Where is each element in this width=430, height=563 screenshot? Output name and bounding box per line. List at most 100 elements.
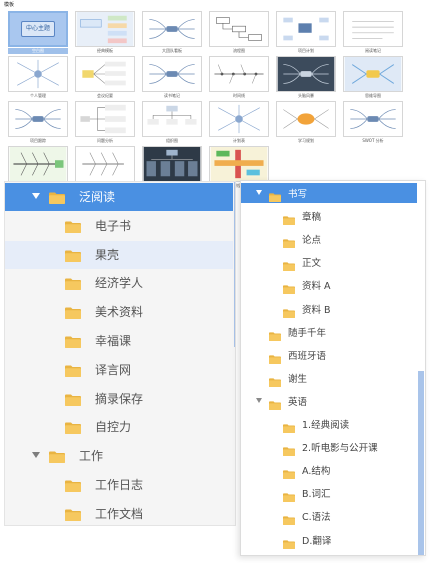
expand-arrow-icon[interactable]: [32, 193, 40, 199]
left-tree-folder-row[interactable]: 译言网: [5, 356, 233, 384]
template-preview: [276, 56, 336, 92]
template-thumbnail[interactable]: 流程图: [209, 11, 269, 59]
left-tree-folder-row[interactable]: 工作日志: [5, 471, 233, 499]
folder-icon: [269, 326, 281, 345]
left-tree-folder-row[interactable]: 工作: [5, 442, 233, 470]
template-preview: [75, 101, 135, 137]
left-tree-folder-row[interactable]: 幸福课: [5, 327, 233, 355]
folder-icon: [283, 441, 295, 460]
expand-arrow-icon[interactable]: [256, 397, 262, 403]
template-thumbnail[interactable]: 读书笔记: [142, 56, 202, 104]
template-preview: [8, 101, 68, 137]
folder-icon: [283, 418, 295, 437]
left-tree-folder-row[interactable]: 经济学人: [5, 269, 233, 297]
right-tree-folder-row[interactable]: 论点: [241, 229, 417, 249]
template-thumbnail[interactable]: 个人管理: [8, 56, 68, 104]
template-preview: [8, 56, 68, 92]
right-tree-folder-row[interactable]: 1.经典阅读: [241, 414, 417, 434]
folder-icon: [269, 349, 281, 368]
folder-icon: [283, 487, 295, 506]
template-thumbnail[interactable]: 经典模板: [75, 11, 135, 59]
right-tree-folder-row[interactable]: D.翻译: [241, 530, 417, 550]
template-caption: 阅读笔记: [365, 48, 381, 53]
expand-arrow-icon[interactable]: [256, 190, 262, 195]
left-tree-folder-row[interactable]: 泛阅读: [5, 183, 233, 211]
template-thumbnail[interactable]: 问题分析: [75, 101, 135, 149]
folder-label: 工作文档: [95, 506, 144, 521]
folder-label: 章稿: [302, 212, 322, 224]
right-tree-folder-row[interactable]: 书写: [241, 183, 417, 203]
folder-label: 1.经典阅读: [302, 420, 350, 431]
folder-label: 经济学人: [95, 276, 144, 291]
folder-label: 资料 B: [302, 304, 331, 316]
template-preview: [142, 56, 202, 92]
template-thumbnail[interactable]: 项目跟踪: [8, 101, 68, 149]
template-caption: 组织图: [166, 138, 178, 143]
template-thumbnail[interactable]: 项目计划: [276, 11, 336, 59]
folder-label: 工作: [79, 449, 104, 464]
folder-label: 泛阅读: [79, 190, 116, 204]
right-tree-folder-row[interactable]: 西班牙语: [241, 345, 417, 365]
template-caption: SWOT 分析: [362, 138, 384, 143]
template-caption: 读书笔记: [164, 93, 180, 98]
template-caption: 项目跟踪: [30, 138, 46, 143]
right-tree-folder-row[interactable]: 资料 B: [241, 299, 417, 319]
left-tree-folder-row[interactable]: 摘录保存: [5, 385, 233, 413]
template-preview: [75, 146, 135, 182]
template-thumbnail[interactable]: 时间线: [209, 56, 269, 104]
folder-label: 2.听电影与公开课: [302, 443, 378, 455]
folder-label: 摘录保存: [95, 391, 144, 406]
template-thumbnail[interactable]: 中心主题 空白图: [8, 11, 68, 59]
template-thumbnail[interactable]: 学习规划: [276, 101, 336, 149]
right-tree-folder-row[interactable]: 2.听电影与公开课: [241, 437, 417, 457]
folder-icon: [65, 218, 81, 237]
template-preview: [276, 11, 336, 47]
right-folder-tree: 书写 章稿 论点 正文 资料 A 资料 B 随手千年 西班牙语 谢生 英语 1.…: [240, 180, 426, 556]
template-thumbnail[interactable]: 思维导图: [343, 56, 403, 104]
folder-label: D.翻译: [302, 535, 332, 547]
template-thumbnail[interactable]: 组织图: [142, 101, 202, 149]
left-tree-folder-row[interactable]: 电子书: [5, 212, 233, 240]
folder-icon: [65, 304, 81, 323]
left-tree-folder-row[interactable]: 自控力: [5, 413, 233, 441]
template-caption: 大团队看板: [162, 48, 182, 53]
right-tree-folder-row[interactable]: A.结构: [241, 460, 417, 480]
right-tree-folder-row[interactable]: 章稿: [241, 206, 417, 226]
template-preview: [209, 146, 269, 182]
folder-icon: [283, 510, 295, 529]
left-tree-scrollbar[interactable]: [234, 182, 235, 347]
template-thumbnail[interactable]: 计划表: [209, 101, 269, 149]
folder-icon: [283, 210, 295, 229]
template-caption: 会议纪要: [97, 93, 113, 98]
template-thumbnail[interactable]: 会议纪要: [75, 56, 135, 104]
expand-arrow-icon[interactable]: [32, 452, 40, 459]
template-thumbnail[interactable]: 头脑风暴: [276, 56, 336, 104]
template-caption: 时间线: [233, 93, 245, 98]
folder-label: A.结构: [302, 466, 331, 478]
right-tree-folder-row[interactable]: 随手千年: [241, 322, 417, 342]
folder-label: 资料 A: [302, 281, 331, 293]
right-tree-folder-row[interactable]: B.词汇: [241, 483, 417, 503]
right-tree-folder-row[interactable]: 正文: [241, 252, 417, 272]
template-thumbnail[interactable]: SWOT 分析: [343, 101, 403, 149]
template-thumbnail[interactable]: 阅读笔记: [343, 11, 403, 59]
template-caption: 流程图: [233, 48, 245, 53]
template-caption: 学习规划: [298, 138, 314, 143]
folder-label: 书写: [288, 189, 308, 200]
left-tree-folder-row[interactable]: 工作文档: [5, 500, 233, 525]
right-tree-folder-row[interactable]: C.语法: [241, 506, 417, 526]
template-thumbnail[interactable]: 大团队看板: [142, 11, 202, 59]
template-preview: [75, 56, 135, 92]
right-tree-scrollbar[interactable]: [418, 371, 424, 555]
right-tree-folder-row[interactable]: 谢生: [241, 368, 417, 388]
folder-label: 工作日志: [95, 478, 144, 492]
right-tree-folder-row[interactable]: 资料 A: [241, 275, 417, 295]
central-topic-box: 中心主题: [21, 21, 55, 37]
right-tree-folder-row[interactable]: 英语: [241, 391, 417, 411]
template-preview: [75, 11, 135, 47]
template-caption: 头脑风暴: [298, 93, 314, 98]
template-gallery-heading: 模板: [4, 2, 15, 8]
folder-label: 论点: [302, 235, 322, 247]
left-tree-folder-row[interactable]: 果壳: [5, 240, 233, 269]
left-tree-folder-row[interactable]: 美术资料: [5, 298, 233, 326]
